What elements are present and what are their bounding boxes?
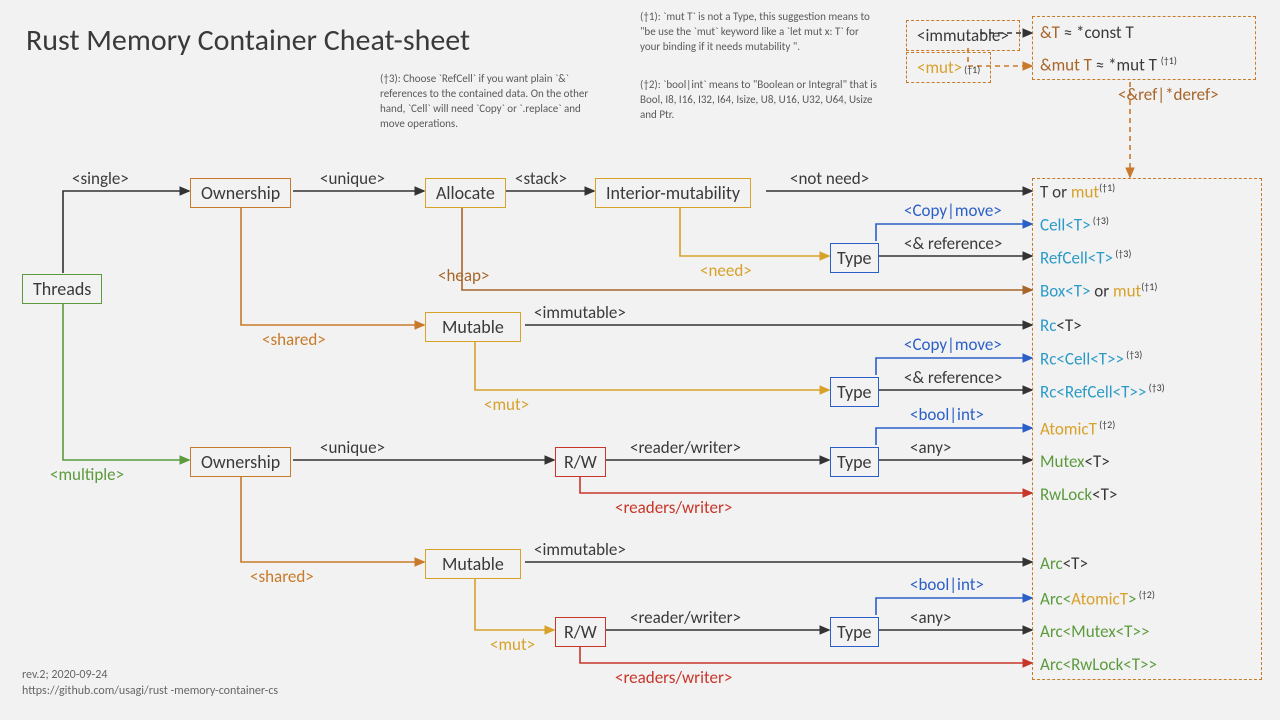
type-1-node: Type bbox=[830, 243, 879, 273]
ref-line2: &mut T ≈ *mut T (†1) bbox=[1040, 54, 1177, 76]
footer-rev: rev.2; 2020-09-24 bbox=[22, 668, 107, 682]
ownership-single-node: Ownership bbox=[190, 178, 291, 208]
mutable-multi-node: Mutable bbox=[425, 549, 521, 579]
result-arc: Arc<T> bbox=[1040, 553, 1088, 574]
label-boolint-2: <bool|int> bbox=[910, 574, 984, 595]
label-any-1: <any> bbox=[910, 437, 951, 458]
label-shared-2: <shared> bbox=[250, 566, 314, 587]
result-t-mut: T or mut(†1) bbox=[1040, 181, 1115, 203]
allocate-node: Allocate bbox=[425, 178, 506, 208]
label-ref-2: <& reference> bbox=[904, 367, 1002, 388]
label-readerswriter-2: <readers/writer> bbox=[615, 667, 732, 688]
label-any-2: <any> bbox=[910, 607, 951, 628]
result-rc: Rc<T> bbox=[1040, 315, 1082, 336]
footnote-3: (†3): Choose `RefCell` if you want plain… bbox=[380, 72, 608, 131]
label-need: <need> bbox=[700, 260, 752, 281]
result-rwlock: RwLock<T> bbox=[1040, 484, 1117, 505]
mut-ref-label: <mut> (†1) bbox=[906, 52, 991, 83]
label-unique-2: <unique> bbox=[320, 437, 385, 458]
type-3-node: Type bbox=[830, 447, 879, 477]
label-copy-2: <Copy|move> bbox=[904, 334, 1002, 355]
footnote-2: (†2): `bool|int` means to "Boolean or In… bbox=[640, 78, 880, 123]
label-stack: <stack> bbox=[515, 168, 567, 189]
label-mut-2: <mut> bbox=[490, 634, 535, 655]
label-readerwriter-2: <reader/writer> bbox=[630, 607, 741, 628]
label-mut-1: <mut> bbox=[484, 394, 529, 415]
type-4-node: Type bbox=[830, 617, 879, 647]
footer-url: https://github.com/usagi/rust -memory-co… bbox=[22, 684, 278, 698]
mut-text: <mut> bbox=[917, 57, 962, 78]
result-rc-refcell: Rc<RefCell<T>> (†3) bbox=[1040, 381, 1165, 403]
label-unique-1: <unique> bbox=[320, 168, 385, 189]
label-ref-1: <& reference> bbox=[904, 233, 1002, 254]
result-atomic: AtomicT (†2) bbox=[1040, 418, 1115, 440]
result-arc-rwlock: Arc<RwLock<T>> bbox=[1040, 654, 1157, 675]
label-notneed: <not need> bbox=[790, 168, 869, 189]
result-rc-cell: Rc<Cell<T>> (†3) bbox=[1040, 348, 1142, 370]
mutable-single-node: Mutable bbox=[425, 312, 521, 342]
result-arc-atomic: Arc<AtomicT> (†2) bbox=[1040, 588, 1155, 610]
label-multiple: <multiple> bbox=[50, 464, 124, 485]
label-immutable-2: <immutable> bbox=[534, 539, 626, 560]
footnote-1: (†1): `mut T` is not a Type, this sugges… bbox=[640, 10, 870, 55]
result-mutex: Mutex<T> bbox=[1040, 451, 1110, 472]
label-shared-1: <shared> bbox=[262, 329, 326, 350]
result-arc-mutex: Arc<Mutex<T>> bbox=[1040, 621, 1149, 642]
label-copy-1: <Copy|move> bbox=[904, 200, 1002, 221]
type-2-node: Type bbox=[830, 377, 879, 407]
label-readerswriter-1: <readers/writer> bbox=[615, 497, 732, 518]
result-cell: Cell<T> (†3) bbox=[1040, 214, 1109, 236]
label-immutable-1: <immutable> bbox=[534, 302, 626, 323]
page-title: Rust Memory Container Cheat-sheet bbox=[26, 22, 470, 59]
threads-node: Threads bbox=[22, 274, 102, 304]
result-box: Box<T> or mut(†1) bbox=[1040, 280, 1157, 302]
immutable-ref-label: <immutable> bbox=[906, 20, 1020, 51]
interior-mutability-node: Interior-mutability bbox=[595, 178, 751, 208]
label-boolint-1: <bool|int> bbox=[910, 404, 984, 425]
ref-deref-label: <&ref|*deref> bbox=[1118, 84, 1219, 105]
label-heap: <heap> bbox=[438, 265, 489, 286]
ownership-multiple-node: Ownership bbox=[190, 447, 291, 477]
mut-sup: (†1) bbox=[964, 63, 980, 76]
result-refcell: RefCell<T> (†3) bbox=[1040, 247, 1131, 269]
rw-1-node: R/W bbox=[555, 447, 606, 477]
rw-2-node: R/W bbox=[555, 617, 606, 647]
ref-line1: &T ≈ *const T bbox=[1040, 22, 1134, 43]
label-single: <single> bbox=[72, 168, 129, 189]
label-readerwriter-1: <reader/writer> bbox=[630, 437, 741, 458]
